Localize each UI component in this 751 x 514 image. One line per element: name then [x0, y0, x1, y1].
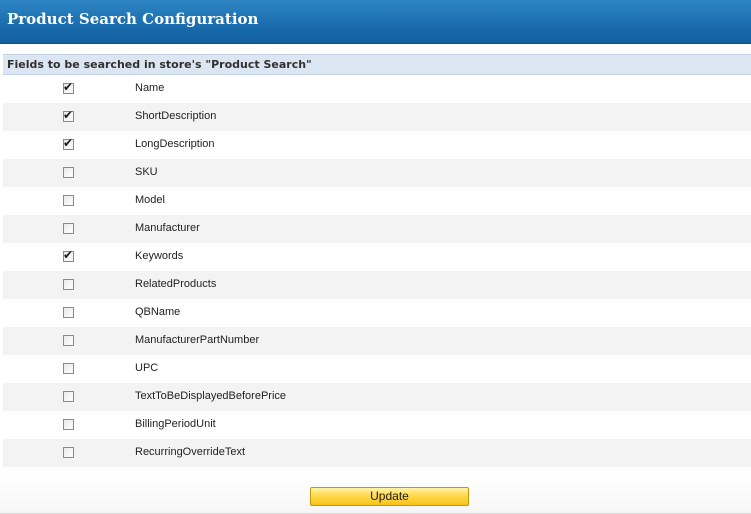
- field-label: ShortDescription: [135, 110, 217, 122]
- field-row: ✔ Keywords: [3, 243, 751, 271]
- footer-bar: Update: [0, 476, 751, 514]
- field-row: ✔ ManufacturerPartNumber: [3, 327, 751, 355]
- field-row: ✔ Model: [3, 187, 751, 215]
- field-label: QBName: [135, 306, 181, 318]
- field-row: ✔ Name: [3, 75, 751, 103]
- field-checkbox[interactable]: ✔: [63, 279, 74, 290]
- field-label: LongDescription: [135, 138, 215, 150]
- field-label: Name: [135, 82, 165, 94]
- field-row: ✔ BillingPeriodUnit: [3, 411, 751, 439]
- field-checkbox[interactable]: ✔: [63, 419, 74, 430]
- field-label: UPC: [135, 362, 159, 374]
- field-checkbox[interactable]: ✔: [63, 80, 74, 94]
- field-checkbox[interactable]: ✔: [63, 307, 74, 318]
- section-title: Fields to be searched in store's "Produc…: [3, 54, 751, 75]
- page-title: Product Search Configuration: [7, 10, 259, 28]
- field-label: ManufacturerPartNumber: [135, 334, 260, 346]
- field-row: ✔ RelatedProducts: [3, 271, 751, 299]
- field-checkbox[interactable]: ✔: [63, 248, 74, 262]
- field-label: SKU: [135, 166, 158, 178]
- field-checkbox[interactable]: ✔: [63, 391, 74, 402]
- field-label: TextToBeDisplayedBeforePrice: [135, 390, 287, 402]
- field-row: ✔ LongDescription: [3, 131, 751, 159]
- field-label: Keywords: [135, 250, 184, 262]
- field-label: RecurringOverrideText: [135, 446, 246, 458]
- page-header: Product Search Configuration: [0, 0, 751, 44]
- product-search-config-page: Product Search Configuration Fields to b…: [0, 0, 751, 514]
- field-checkbox[interactable]: ✔: [63, 195, 74, 206]
- field-row: ✔ RecurringOverrideText: [3, 439, 751, 467]
- update-button[interactable]: Update: [310, 487, 469, 506]
- field-label: RelatedProducts: [135, 278, 217, 290]
- field-row: ✔ UPC: [3, 355, 751, 383]
- field-checkbox[interactable]: ✔: [63, 136, 74, 150]
- field-label: Model: [135, 194, 165, 206]
- checkmark-icon: ✔: [63, 248, 74, 262]
- field-label: Manufacturer: [135, 222, 200, 234]
- field-checkbox[interactable]: ✔: [63, 108, 74, 122]
- checkmark-icon: ✔: [63, 136, 74, 150]
- field-checkbox[interactable]: ✔: [63, 335, 74, 346]
- field-checkbox[interactable]: ✔: [63, 363, 74, 374]
- field-row: ✔ QBName: [3, 299, 751, 327]
- field-checkbox[interactable]: ✔: [63, 447, 74, 458]
- field-checkbox[interactable]: ✔: [63, 223, 74, 234]
- field-label: BillingPeriodUnit: [135, 418, 216, 430]
- field-checkbox[interactable]: ✔: [63, 167, 74, 178]
- checkmark-icon: ✔: [63, 108, 74, 122]
- checkmark-icon: ✔: [63, 80, 74, 94]
- field-row: ✔ ShortDescription: [3, 103, 751, 131]
- field-list: ✔ Name ✔ ShortDescription ✔ LongDescription ✔ S…: [3, 75, 751, 467]
- search-fields-section: Fields to be searched in store's "Produc…: [3, 54, 751, 467]
- field-row: ✔ SKU: [3, 159, 751, 187]
- field-row: ✔ TextToBeDisplayedBeforePrice: [3, 383, 751, 411]
- field-row: ✔ Manufacturer: [3, 215, 751, 243]
